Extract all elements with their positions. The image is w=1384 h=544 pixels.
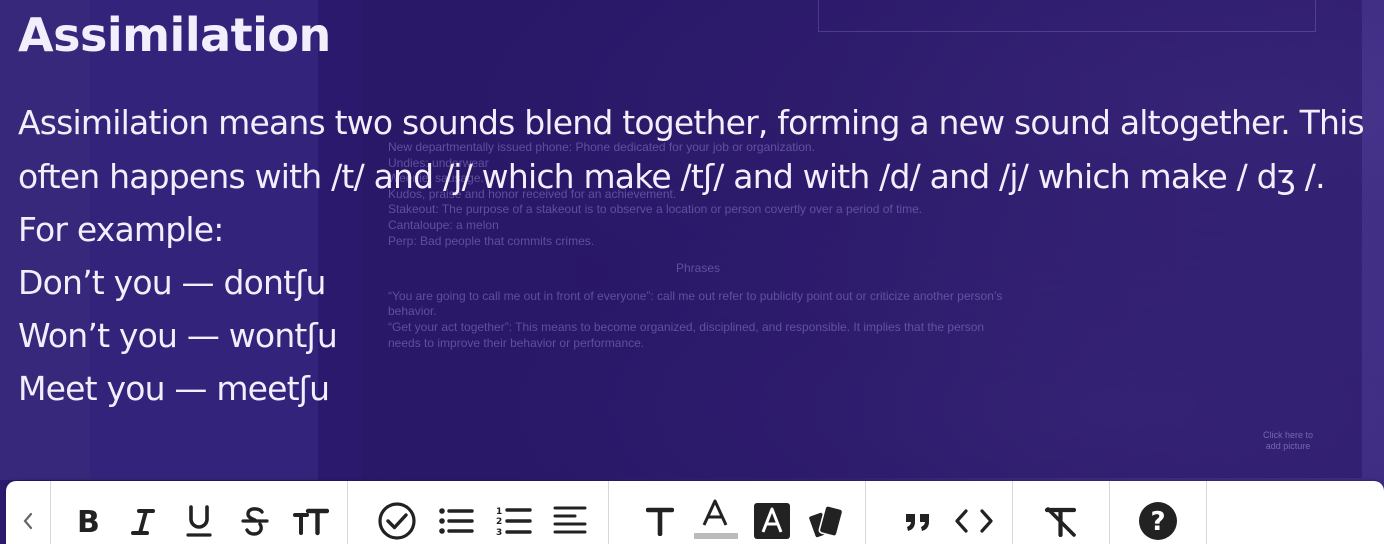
format-toolbar: B 1 2 3 ? — [6, 481, 1384, 544]
svg-text:3: 3 — [496, 528, 502, 537]
note-line[interactable]: Meet you — meetʃu — [18, 362, 1368, 415]
toolbar-divider — [1206, 481, 1207, 544]
card-style-button[interactable] — [799, 490, 857, 544]
text-size-button[interactable] — [283, 490, 339, 544]
toolbar-group-lists: 1 2 3 — [348, 481, 608, 544]
note-editor[interactable]: Assimilation Assimilation means two soun… — [18, 4, 1368, 415]
toolbar-group-clear — [1013, 481, 1109, 544]
toolbar-group-help: ? — [1110, 481, 1206, 544]
strikethrough-button[interactable] — [227, 490, 283, 544]
highlight-button[interactable] — [745, 490, 799, 544]
align-left-icon — [553, 506, 587, 534]
note-line[interactable]: Don’t you — dontʃu — [18, 256, 1368, 309]
underline-icon — [186, 505, 212, 537]
svg-text:1: 1 — [496, 507, 502, 517]
highlight-color-icon — [754, 503, 790, 539]
underline-button[interactable] — [171, 490, 227, 544]
text-color-button[interactable] — [687, 490, 745, 544]
quote-icon — [906, 514, 929, 531]
help-button[interactable]: ? — [1134, 490, 1182, 544]
italic-icon — [131, 509, 155, 535]
toolbar-group-text: B — [51, 481, 347, 544]
collapse-toolbar-button[interactable] — [6, 490, 50, 544]
toolbar-group-nav — [6, 481, 50, 544]
chevron-left-icon — [23, 512, 33, 530]
card-style-icon — [809, 505, 844, 538]
bold-button[interactable]: B — [59, 490, 115, 544]
text-color-icon — [694, 499, 738, 539]
toolbar-group-style — [609, 481, 865, 544]
help-icon: ? — [1139, 502, 1177, 540]
add-picture-note: Click here to add picture — [1262, 430, 1314, 451]
checklist-button[interactable] — [368, 490, 426, 544]
svg-text:?: ? — [1150, 507, 1165, 537]
text-size-icon — [293, 508, 329, 536]
bullet-list-icon — [439, 508, 474, 534]
note-line[interactable]: Won’t you — wontʃu — [18, 309, 1368, 362]
italic-button[interactable] — [115, 490, 171, 544]
strikethrough-icon — [241, 507, 269, 536]
numbered-list-icon: 1 2 3 — [496, 507, 532, 537]
note-title[interactable]: Assimilation — [18, 4, 1368, 66]
code-icon — [955, 509, 993, 533]
text-style-button[interactable] — [633, 490, 687, 544]
code-button[interactable] — [946, 490, 1002, 544]
svg-text:B: B — [77, 506, 100, 536]
clear-format-icon — [1044, 507, 1077, 537]
note-line[interactable]: For example: — [18, 203, 1368, 256]
bold-icon: B — [77, 506, 100, 536]
note-paragraph[interactable]: Assimilation means two sounds blend toge… — [18, 96, 1368, 203]
clear-format-button[interactable] — [1037, 490, 1085, 544]
text-style-icon — [646, 507, 674, 536]
checkbox-circle-icon — [378, 502, 416, 540]
bullet-list-button[interactable] — [426, 490, 486, 544]
align-button[interactable] — [542, 490, 598, 544]
toolbar-group-insert — [866, 481, 1012, 544]
numbered-list-button[interactable]: 1 2 3 — [486, 490, 542, 544]
quote-button[interactable] — [890, 490, 946, 544]
svg-text:2: 2 — [496, 517, 502, 527]
